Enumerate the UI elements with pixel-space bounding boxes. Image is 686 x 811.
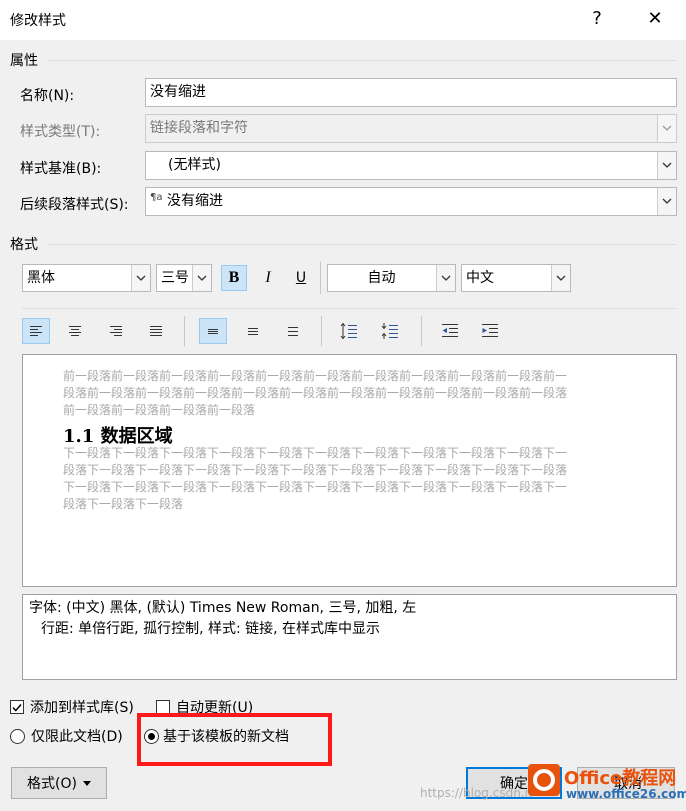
font-value: 黑体 (27, 270, 55, 286)
bold-icon: B (228, 269, 240, 286)
chevron-down-icon (551, 265, 570, 291)
style-based-on-select[interactable]: (无样式) (145, 151, 677, 180)
toolbar-separator (421, 316, 422, 346)
toolbar-divider (22, 308, 677, 309)
chevron-down-icon (657, 115, 676, 142)
chevron-down-icon (192, 265, 211, 291)
toolbar-separator (320, 262, 321, 294)
increase-paragraph-spacing-button[interactable] (335, 318, 363, 344)
toolbar-separator (321, 316, 322, 346)
style-description: 字体: (中文) 黑体, (默认) Times New Roman, 三号, 加… (22, 594, 677, 680)
preview-next-line-4: 段落下一段落下一段落 (63, 497, 184, 511)
script-value: 中文 (466, 270, 494, 286)
name-input[interactable]: 没有缩进 (145, 78, 677, 107)
dropdown-triangle-icon (82, 780, 91, 786)
blog-watermark: https://blog.csdn.n (420, 786, 533, 800)
paragraph-style-icon: ¶a (150, 192, 163, 203)
add-to-gallery-checkbox[interactable] (10, 700, 24, 714)
align-right-icon (110, 326, 122, 336)
font-size-select[interactable]: 三号 (156, 264, 212, 292)
preview-next-line-1: 下一段落下一段落下一段落下一段落下一段落下一段落下一段落下一段落下一段落下一段落… (63, 446, 568, 460)
one-half-spacing-button[interactable] (239, 318, 267, 344)
next-style-value: 没有缩进 (166, 193, 223, 209)
window-title: 修改样式 (10, 13, 66, 29)
checkmark-icon (12, 703, 22, 712)
format-divider (48, 244, 676, 245)
preview-next-line-2: 段落下一段落下一段落下一段落下一段落下一段落下一段落下一段落下一段落下一段落下一… (63, 463, 568, 477)
help-button[interactable]: ? (574, 0, 620, 40)
justify-icon (150, 326, 162, 336)
increase-indent-icon (482, 324, 498, 337)
properties-divider (48, 60, 676, 61)
align-right-button[interactable] (102, 318, 130, 344)
properties-section-title: 属性 (10, 53, 38, 69)
format-menu-button[interactable]: 格式(O) (11, 767, 107, 799)
style-based-on-value: (无样式) (168, 157, 221, 173)
align-left-icon (30, 326, 42, 336)
underline-icon: U (295, 270, 307, 286)
logo-url: www.office26.com (566, 787, 686, 801)
bold-button[interactable]: B (221, 265, 247, 291)
paragraph-spacing-up-icon (340, 322, 357, 340)
style-type-value: 链接段落和字符 (150, 120, 248, 136)
toolbar-separator (184, 316, 185, 346)
office-logo-icon (528, 764, 560, 796)
next-style-select[interactable]: ¶a 没有缩进 (145, 187, 677, 216)
only-this-document-label: 仅限此文档(D) (31, 729, 123, 745)
double-spacing-icon (288, 327, 298, 336)
style-preview: 前一段落前一段落前一段落前一段落前一段落前一段落前一段落前一段落前一段落前一段落… (22, 354, 677, 587)
only-this-document-option[interactable]: 仅限此文档(D) (10, 726, 123, 746)
auto-update-checkbox[interactable] (156, 700, 170, 714)
one-half-spacing-icon (248, 328, 258, 335)
next-style-label: 后续段落样式(S): (20, 197, 129, 213)
paragraph-spacing-down-icon (381, 323, 398, 339)
chevron-down-icon (657, 152, 676, 179)
highlight-annotation (137, 713, 332, 766)
style-type-select[interactable]: 链接段落和字符 (145, 114, 677, 143)
close-icon: ✕ (647, 8, 663, 29)
style-type-label: 样式类型(T): (20, 124, 101, 140)
script-select[interactable]: 中文 (461, 264, 571, 292)
only-this-document-radio[interactable] (10, 728, 25, 744)
help-icon: ? (592, 8, 602, 29)
font-color-select[interactable]: 自动 (327, 264, 456, 292)
format-button-label: 格式(O) (27, 776, 77, 792)
preview-prev-line-1: 前一段落前一段落前一段落前一段落前一段落前一段落前一段落前一段落前一段落前一段落… (63, 369, 568, 383)
preview-prev-line-3: 前一段落前一段落前一段落前一段落 (63, 403, 256, 417)
increase-indent-button[interactable] (476, 318, 504, 344)
description-line-2: 行距: 单倍行距, 孤行控制, 样式: 链接, 在样式库中显示 (41, 621, 381, 637)
justify-button[interactable] (142, 318, 170, 344)
chevron-down-icon (657, 188, 676, 215)
chevron-down-icon (436, 265, 455, 291)
close-button[interactable]: ✕ (632, 0, 678, 40)
font-select[interactable]: 黑体 (22, 264, 151, 292)
single-spacing-icon (208, 329, 218, 334)
underline-button[interactable]: U (288, 265, 314, 291)
decrease-paragraph-spacing-button[interactable] (376, 318, 404, 344)
single-spacing-button[interactable] (199, 318, 227, 344)
style-based-on-label: 样式基准(B): (20, 161, 102, 177)
align-center-button[interactable] (61, 318, 89, 344)
italic-button[interactable]: I (255, 265, 281, 291)
decrease-indent-button[interactable] (436, 318, 464, 344)
add-to-gallery-label: 添加到样式库(S) (30, 700, 134, 716)
format-section-title: 格式 (10, 237, 38, 253)
italic-icon: I (265, 269, 271, 286)
align-left-button[interactable] (22, 318, 50, 344)
add-to-gallery-option[interactable]: 添加到样式库(S) (10, 697, 134, 717)
preview-prev-line-2: 段落前一段落前一段落前一段落前一段落前一段落前一段落前一段落前一段落前一段落前一… (63, 386, 568, 400)
double-spacing-button[interactable] (279, 318, 307, 344)
decrease-indent-icon (442, 324, 458, 337)
align-center-icon (69, 326, 81, 336)
description-line-1: 字体: (中文) 黑体, (默认) Times New Roman, 三号, 加… (29, 600, 417, 616)
font-size-value: 三号 (161, 270, 189, 286)
chevron-down-icon (131, 265, 150, 291)
preview-next-line-3: 下一段落下一段落下一段落下一段落下一段落下一段落下一段落下一段落下一段落下一段落… (63, 480, 568, 494)
name-label: 名称(N): (20, 88, 75, 104)
font-color-value: 自动 (367, 270, 396, 286)
